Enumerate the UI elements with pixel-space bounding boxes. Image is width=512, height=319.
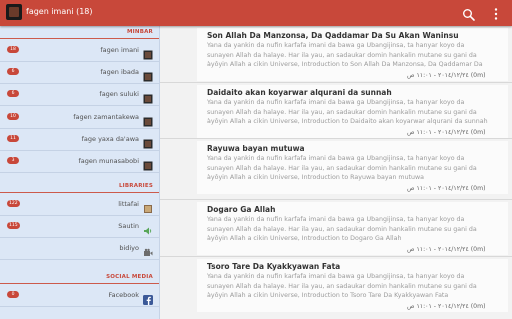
article-summary-line: sunayen Allah da halaye. Har ila yau, an… bbox=[207, 108, 477, 116]
sidebar-item-fagen-ibada[interactable]: 6 fagen ibada bbox=[0, 62, 159, 85]
search-icon[interactable] bbox=[462, 7, 476, 21]
sidebar-item-sautin[interactable]: 115 Sautin bbox=[0, 216, 159, 239]
article-card[interactable]: Son Allah Da Manzonsa, Da Qaddamar Da Su… bbox=[197, 28, 508, 81]
sidebar-item-label: fagen suluki bbox=[99, 90, 139, 99]
section-title-minbar: MINBAR bbox=[126, 29, 153, 35]
article-title: Daidaito akan koyarwar alqurani da sunna… bbox=[207, 88, 392, 97]
image-thumb-icon bbox=[143, 134, 153, 149]
sidebar-item-fagen-zamantakewa[interactable]: 10 fagen zamantakewa bbox=[0, 107, 159, 129]
sidebar-item-label: littafai bbox=[118, 200, 139, 208]
sidebar-item-fagen-munasabobi[interactable]: 3 fagen munasabobi bbox=[0, 151, 159, 173]
article-summary-line: àyôyin Allah a cikin Universe, Introduct… bbox=[207, 61, 483, 68]
sidebar-item-label: fagen ibada bbox=[100, 68, 139, 77]
article-summary-line: Yana da yankin da nufin karfafa imani da… bbox=[207, 42, 465, 49]
overflow-menu-icon[interactable] bbox=[491, 6, 501, 20]
book-icon bbox=[143, 199, 153, 213]
sidebar-item-fagen-suluki[interactable]: 6 fagen suluki bbox=[0, 84, 159, 107]
article-list[interactable]: Son Allah Da Manzonsa, Da Qaddamar Da Su… bbox=[160, 26, 512, 319]
section-title-social-media: SOCIAL MEDIA bbox=[106, 274, 153, 280]
sidebar-item-label: bidiyo bbox=[119, 244, 139, 253]
article-card[interactable]: Tsoro Tare Da Kyakkyawan Fata Yana da yan… bbox=[160, 256, 512, 312]
sidebar-item-label: fage yaxa da'awa bbox=[81, 134, 139, 143]
image-thumb-icon bbox=[143, 112, 153, 127]
sidebar-item-label: Sautin bbox=[118, 222, 139, 231]
count-badge: 18 bbox=[7, 46, 19, 53]
sidebar-item-label: fagen imani bbox=[100, 46, 139, 54]
article-title: Tsoro Tare Da Kyakkyawan Fata bbox=[207, 262, 341, 271]
item-separator bbox=[0, 172, 159, 173]
count-badge: 6 bbox=[7, 68, 19, 76]
count-badge: 10 bbox=[7, 112, 19, 120]
article-card[interactable]: Rayuwa bayan mutuwa Yana da yankin da nuf… bbox=[160, 138, 512, 194]
article-card[interactable]: Daidaito akan koyarwar alqurani da sunna… bbox=[160, 82, 512, 138]
count-badge: 11 bbox=[7, 134, 19, 142]
card-divider bbox=[160, 82, 512, 83]
count-badge: 0 bbox=[7, 291, 19, 298]
card-divider bbox=[160, 138, 512, 139]
action-bar: fagen imani (18) bbox=[0, 0, 512, 26]
article-title: Son Allah Da Manzonsa, Da Qaddamar Da Su… bbox=[207, 31, 459, 40]
count-badge: 3 bbox=[7, 157, 19, 164]
item-separator bbox=[0, 306, 159, 307]
sidebar-item-bidiyo[interactable]: bidiyo bbox=[0, 238, 159, 261]
sidebar-item-fage-yaxa-da-awa[interactable]: 11 fage yaxa da'awa bbox=[0, 129, 159, 151]
card-divider bbox=[160, 256, 512, 257]
section-divider bbox=[0, 192, 159, 193]
item-separator bbox=[0, 259, 159, 261]
app-title: fagen imani (18) bbox=[26, 7, 93, 16]
article-summary-line: Yana da yankin da nufin karfafa imani da… bbox=[207, 273, 465, 280]
article-timestamp: ٢٠١٤/١٢/٢٤ - ١١:٠١ ص (0m) bbox=[407, 246, 486, 253]
article-title: Rayuwa bayan mutuwa bbox=[207, 144, 305, 153]
sidebar-item-label: Facebook bbox=[108, 291, 139, 299]
article-card[interactable]: Dogaro Ga Allah Yana da yankin da nufin k… bbox=[160, 199, 512, 255]
image-thumb-icon bbox=[143, 89, 153, 104]
article-summary-line: Yana da yankin da nufin karfafa imani da… bbox=[207, 155, 465, 162]
navigation-drawer[interactable]: MINBAR 18 fagen imani 6 fagen ibada 6 fagen su… bbox=[0, 26, 160, 319]
card-divider bbox=[160, 199, 512, 200]
article-summary-line: sunayen Allah da halaye. Har ila yau, an… bbox=[207, 225, 477, 233]
article-timestamp: ٢٠١٤/١٢/٢٤ - ١١:٠١ ص (0m) bbox=[407, 72, 486, 79]
article-summary-line: àyôyin Allah a cikin Universe, Introduct… bbox=[207, 174, 425, 181]
app-icon[interactable] bbox=[6, 4, 22, 20]
sidebar-item-label: fagen munasabobi bbox=[78, 157, 139, 165]
image-thumb-icon bbox=[143, 45, 153, 60]
image-thumb-icon bbox=[143, 67, 153, 82]
article-timestamp: ٢٠١٤/١٢/٢٤ - ١١:٠١ ص (0m) bbox=[407, 185, 486, 192]
article-timestamp: ٢٠١٤/١٢/٢٤ - ١١:٠١ ص (0m) bbox=[407, 129, 486, 136]
speaker-icon bbox=[143, 221, 153, 235]
count-badge: 122 bbox=[7, 200, 20, 207]
article-summary-line: sunayen Allah da halaye. Har ila yau, an… bbox=[207, 51, 477, 59]
section-divider bbox=[0, 283, 159, 284]
sidebar-item-littafai[interactable]: 122 littafai bbox=[0, 194, 159, 216]
count-badge: 115 bbox=[7, 222, 20, 230]
section-divider bbox=[0, 38, 159, 39]
count-badge: 6 bbox=[7, 90, 19, 98]
sidebar-item-fagen-imani[interactable]: 18 fagen imani bbox=[0, 40, 159, 62]
article-summary-line: Yana da yankin da nufin karfafa imani da… bbox=[207, 99, 465, 106]
article-summary-line: àyôyin Allah a cikin Universe, Introduct… bbox=[207, 292, 449, 299]
video-icon bbox=[143, 243, 153, 257]
article-summary-line: àyôyin Allah a cikin Universe, Introduct… bbox=[207, 118, 488, 125]
article-timestamp: ٢٠١٤/١٢/٢٤ - ١١:٠١ ص (0m) bbox=[407, 303, 486, 310]
facebook-icon bbox=[143, 290, 153, 305]
sidebar-item-facebook[interactable]: 0 Facebook bbox=[0, 285, 159, 307]
article-summary-line: àyôyin Allah a cikin Universe, Introduct… bbox=[207, 235, 402, 242]
article-summary-line: sunayen Allah da halaye. Har ila yau, an… bbox=[207, 164, 477, 172]
image-thumb-icon bbox=[143, 156, 153, 171]
article-summary-line: sunayen Allah da halaye. Har ila yau, an… bbox=[207, 282, 477, 290]
article-title: Dogaro Ga Allah bbox=[207, 205, 276, 214]
section-title-libraries: LIBRARIES bbox=[118, 183, 153, 189]
article-summary-line: Yana da yankin da nufin karfafa imani da… bbox=[207, 216, 465, 223]
sidebar-item-label: fagen zamantakewa bbox=[73, 112, 139, 121]
